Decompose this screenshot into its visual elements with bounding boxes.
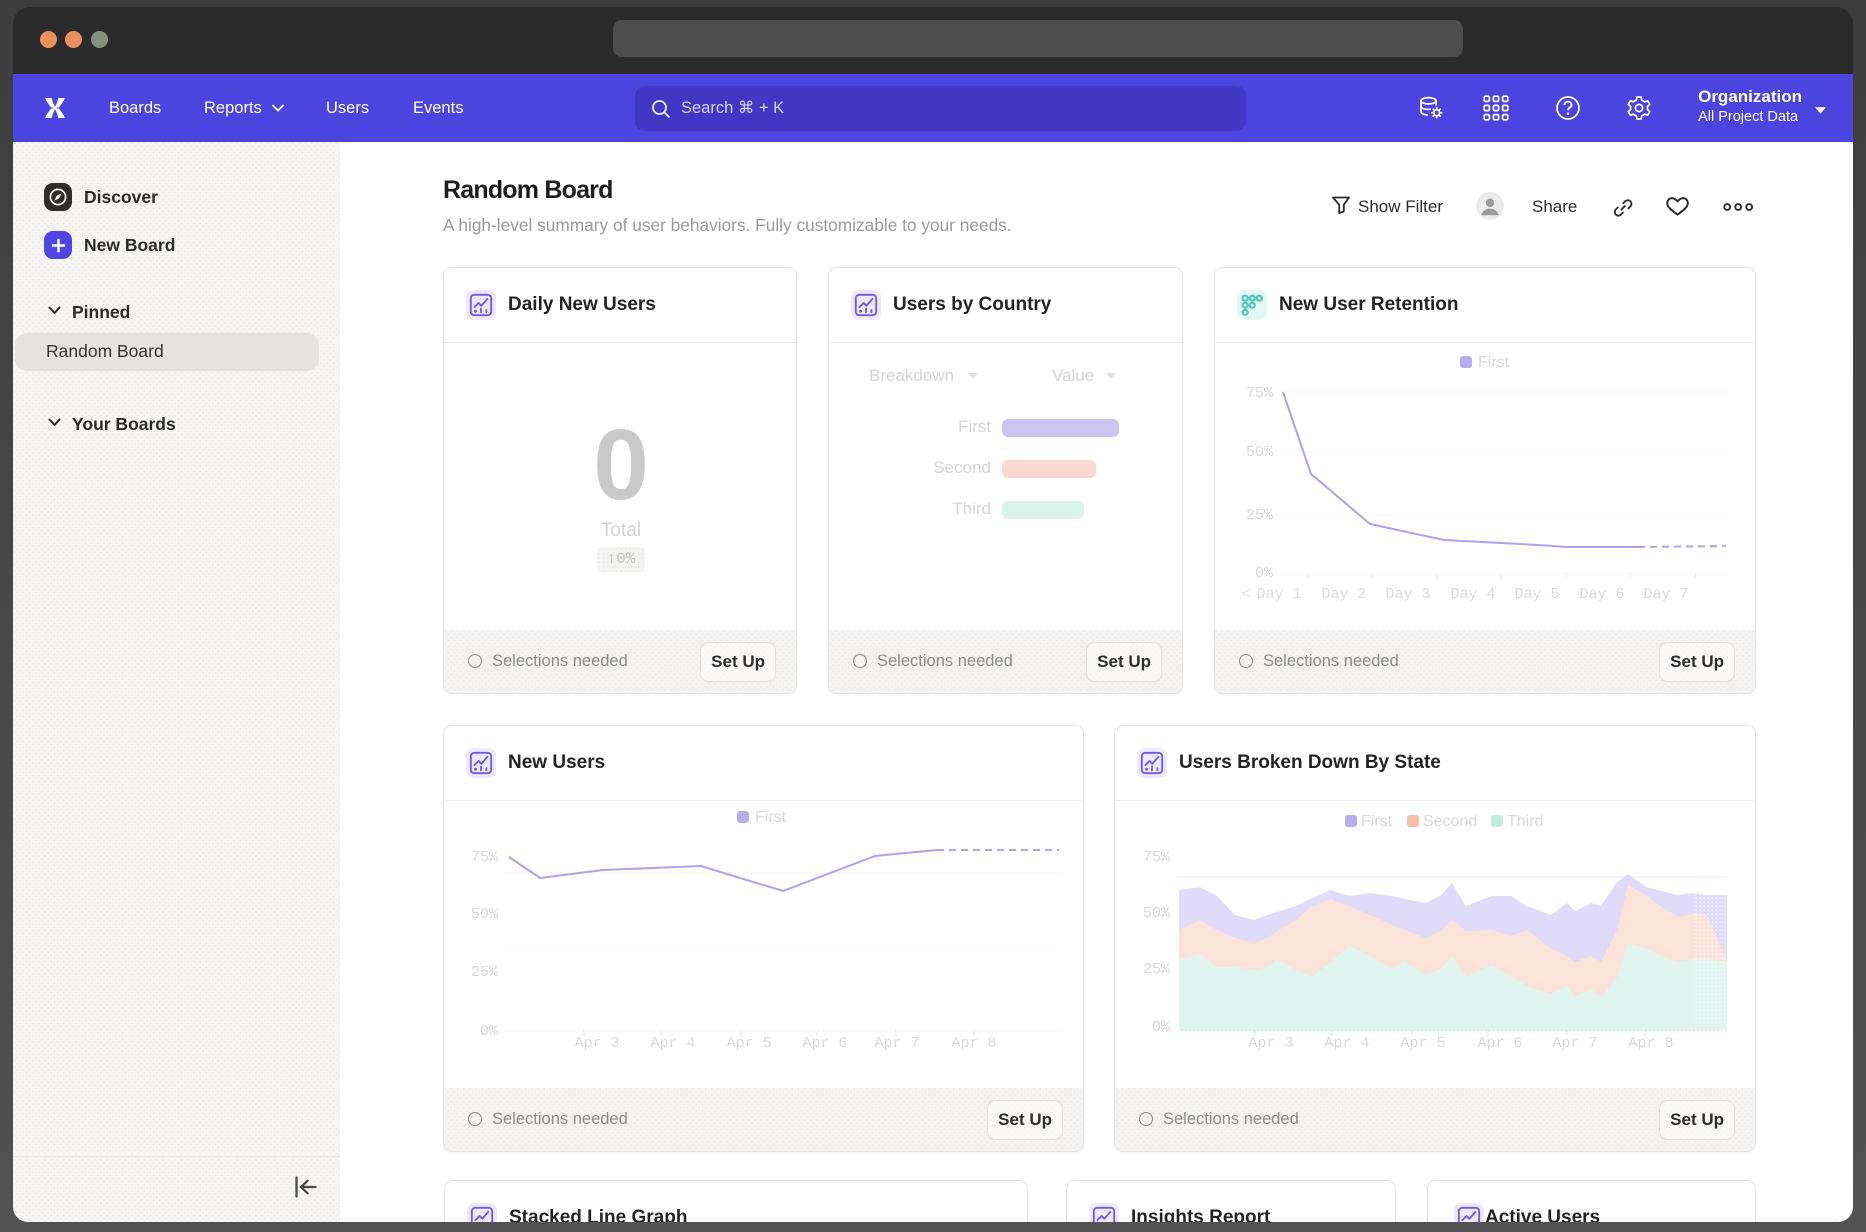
svg-text:Day 4: Day 4 (1450, 586, 1495, 603)
svg-text:Apr 5: Apr 5 (1400, 1035, 1445, 1052)
svg-text:Day 7: Day 7 (1643, 586, 1688, 603)
svg-text:25%: 25% (471, 964, 499, 981)
svg-text:75%: 75% (471, 849, 499, 866)
svg-text:Apr 4: Apr 4 (650, 1035, 695, 1052)
svg-text:75%: 75% (1143, 849, 1171, 866)
svg-text:Day 2: Day 2 (1321, 586, 1366, 603)
svg-text:50%: 50% (1246, 444, 1274, 461)
svg-text:Day 6: Day 6 (1579, 586, 1624, 603)
svg-text:Day 1: Day 1 (1256, 586, 1301, 603)
svg-text:25%: 25% (1143, 961, 1171, 978)
svg-text:Apr 6: Apr 6 (802, 1035, 847, 1052)
svg-text:Second: Second (1423, 813, 1477, 830)
svg-text:<: < (1241, 586, 1250, 603)
svg-text:First: First (755, 809, 787, 826)
svg-text:Apr 3: Apr 3 (1248, 1035, 1293, 1052)
svg-text:Apr 7: Apr 7 (874, 1035, 919, 1052)
svg-text:Day 3: Day 3 (1385, 586, 1430, 603)
svg-text:50%: 50% (1143, 905, 1171, 922)
svg-text:Apr 3: Apr 3 (574, 1035, 619, 1052)
svg-text:Apr 7: Apr 7 (1552, 1035, 1597, 1052)
svg-text:Apr 8: Apr 8 (1628, 1035, 1673, 1052)
svg-text:0%: 0% (480, 1023, 499, 1040)
svg-text:Apr 5: Apr 5 (726, 1035, 771, 1052)
svg-text:First: First (1478, 354, 1510, 371)
svg-text:First: First (1361, 813, 1393, 830)
svg-text:Third: Third (1507, 813, 1543, 830)
svg-text:Day 5: Day 5 (1514, 586, 1559, 603)
svg-text:Apr 6: Apr 6 (1477, 1035, 1522, 1052)
svg-text:75%: 75% (1246, 385, 1274, 402)
svg-text:0%: 0% (1152, 1019, 1171, 1036)
svg-text:25%: 25% (1246, 507, 1274, 524)
svg-text:50%: 50% (471, 906, 499, 923)
svg-text:Apr 4: Apr 4 (1324, 1035, 1369, 1052)
svg-text:Apr 8: Apr 8 (951, 1035, 996, 1052)
svg-text:0%: 0% (1255, 565, 1274, 582)
